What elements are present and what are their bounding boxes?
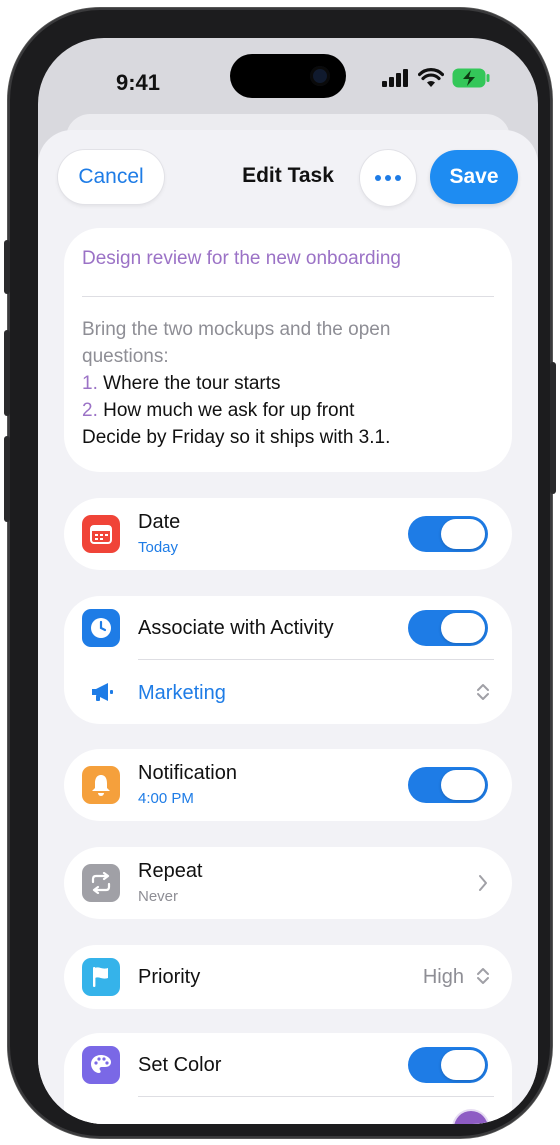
repeat-label: Repeat <box>138 860 203 882</box>
volume-up-button <box>4 330 10 416</box>
dynamic-island <box>230 54 346 98</box>
chevron-updown-icon <box>477 968 489 984</box>
date-row[interactable]: Date Today <box>64 498 512 570</box>
status-time: 9:41 <box>116 70 161 95</box>
chevron-updown-icon <box>477 684 489 700</box>
cancel-button[interactable]: Cancel <box>58 150 164 204</box>
priority-label: Priority <box>138 966 201 988</box>
edit-task-sheet: Cancel Edit Task Save Design review for … <box>38 130 538 1124</box>
notification-toggle[interactable] <box>408 767 488 803</box>
notes-list-item: 1. Where the tour starts <box>82 370 502 397</box>
repeat-value: Never <box>138 888 179 905</box>
divider <box>138 1096 494 1097</box>
task-notes-field[interactable]: Bring the two mockups and the open quest… <box>82 316 502 451</box>
battery-icon <box>452 68 490 88</box>
activity-toggle[interactable] <box>408 610 488 646</box>
divider <box>138 659 494 660</box>
status-icons <box>382 68 490 88</box>
page-title: Edit Task <box>242 164 334 187</box>
priority-row[interactable]: Priority High <box>64 945 512 1009</box>
list-number: 2. <box>82 400 98 421</box>
wifi-icon <box>418 68 444 87</box>
repeat-row[interactable]: Repeat Never <box>64 847 512 919</box>
repeat-icon <box>82 864 120 902</box>
set-color-card: Set Color <box>64 1033 512 1124</box>
clock-icon <box>82 609 120 647</box>
save-button[interactable]: Save <box>430 150 518 204</box>
flag-icon <box>82 958 120 996</box>
date-value: Today <box>138 539 179 556</box>
notification-row[interactable]: Notification 4:00 PM <box>64 749 512 821</box>
phone-frame: 9:41 Cancel Edit Task Save Design review… <box>4 8 556 1138</box>
signal-icon <box>382 69 408 87</box>
set-color-toggle[interactable] <box>408 1047 488 1083</box>
notification-value: 4:00 PM <box>138 790 194 807</box>
notes-list-item: 2. How much we ask for up front <box>82 397 502 424</box>
action-button <box>4 240 10 294</box>
activity-label: Associate with Activity <box>138 617 334 639</box>
notes-line: Decide by Friday so it ships with 3.1. <box>82 427 391 448</box>
list-text: How much we ask for up front <box>103 400 355 421</box>
camera-icon <box>310 66 330 86</box>
power-button <box>550 362 556 494</box>
more-button[interactable] <box>360 150 416 206</box>
color-swatch[interactable] <box>454 1111 488 1124</box>
priority-value: High <box>422 966 464 988</box>
set-color-label: Set Color <box>138 1054 222 1076</box>
notes-line: questions: <box>82 346 169 367</box>
screen: 9:41 Cancel Edit Task Save Design review… <box>38 38 538 1124</box>
divider <box>82 296 494 297</box>
list-text: Where the tour starts <box>103 373 281 394</box>
bell-icon <box>82 766 120 804</box>
activity-card: Associate with Activity Marketing <box>64 596 512 724</box>
task-title-field[interactable]: Design review for the new onboarding <box>82 248 401 270</box>
task-details-card: Design review for the new onboarding Bri… <box>64 228 512 472</box>
date-toggle[interactable] <box>408 516 488 552</box>
date-label: Date <box>138 511 181 533</box>
notes-line: Bring the two mockups and the open <box>82 319 391 340</box>
list-number: 1. <box>82 373 98 394</box>
activity-selected: Marketing <box>138 682 226 704</box>
palette-icon <box>82 1046 120 1084</box>
volume-down-button <box>4 436 10 522</box>
ellipsis-icon <box>375 175 401 181</box>
chevron-right-icon <box>479 875 487 891</box>
calendar-icon <box>82 515 120 553</box>
notification-label: Notification <box>138 762 237 784</box>
megaphone-icon <box>92 683 113 701</box>
